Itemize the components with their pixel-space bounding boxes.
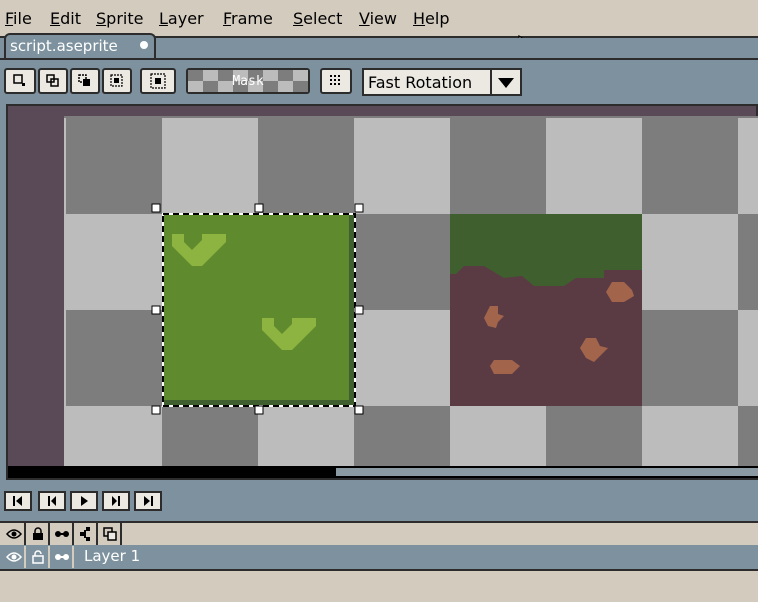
selection-intersect-button[interactable]: [102, 68, 132, 94]
next-frame-button[interactable]: [102, 491, 130, 511]
rotation-algorithm-value: Fast Rotation: [368, 73, 473, 92]
layer-name[interactable]: Layer 1: [84, 547, 140, 565]
pivot-button[interactable]: [140, 68, 176, 94]
editor-bottom-spacer: [0, 480, 758, 488]
last-frame-icon: [144, 496, 153, 506]
layer-visibility-toggle[interactable]: [4, 546, 26, 568]
header-visibility-toggle[interactable]: [4, 523, 26, 545]
menu-select[interactable]: Select: [293, 9, 342, 28]
tab-divider: [0, 58, 758, 60]
onion-skin-icon: [103, 527, 117, 541]
tab-label: script.aseprite: [10, 37, 118, 55]
unlock-icon: [32, 550, 44, 564]
timeline-header: [0, 521, 758, 545]
last-frame-button[interactable]: [134, 491, 162, 511]
play-icon: [81, 496, 88, 506]
continuous-icon: [55, 531, 69, 537]
next-frame-icon: [112, 496, 120, 506]
menu-view[interactable]: View: [359, 9, 397, 28]
first-frame-button[interactable]: [4, 491, 32, 511]
sprite-canvas[interactable]: [64, 116, 758, 466]
menu-help[interactable]: Help: [413, 9, 449, 28]
mask-label: Mask: [232, 74, 264, 89]
sprite-image[interactable]: [64, 116, 758, 466]
play-button[interactable]: [70, 491, 98, 511]
selection-replace-icon: [13, 74, 25, 86]
selection-intersect-icon: [110, 74, 123, 87]
previous-frame-button[interactable]: [38, 491, 66, 511]
modified-dot-icon[interactable]: [140, 41, 148, 49]
selection-add-button[interactable]: [38, 68, 68, 94]
header-lock-toggle[interactable]: [28, 523, 50, 545]
chevron-down-icon: [498, 78, 514, 88]
eye-icon: [6, 529, 22, 539]
horizontal-scrollbar-thumb[interactable]: [336, 468, 758, 476]
menu-frame[interactable]: Frame: [223, 9, 273, 28]
timeline-empty-area: [0, 569, 758, 602]
selection-replace-button[interactable]: [4, 68, 36, 94]
menu-edit[interactable]: Edit: [50, 9, 81, 28]
first-frame-icon: [13, 496, 22, 506]
selection-add-icon: [46, 74, 59, 87]
grid-dots-icon: [330, 75, 340, 85]
layer-continuous-toggle[interactable]: [52, 546, 74, 568]
transparent-color-button[interactable]: [320, 68, 352, 94]
eye-icon: [6, 552, 22, 562]
layer-lock-toggle[interactable]: [28, 546, 50, 568]
header-link-cels-toggle[interactable]: [76, 523, 98, 545]
continuous-icon: [55, 554, 69, 560]
header-onion-skin-toggle[interactable]: [100, 523, 122, 545]
selection-subtract-icon: [78, 74, 90, 86]
menu-sprite[interactable]: Sprite: [96, 9, 143, 28]
dropdown-arrow-button[interactable]: [490, 70, 520, 94]
link-cels-icon: [80, 527, 90, 541]
lock-icon: [33, 527, 43, 540]
header-continuous-toggle[interactable]: [52, 523, 74, 545]
pivot-icon: [150, 73, 166, 89]
rotation-algorithm-select[interactable]: Fast Rotation: [362, 68, 522, 96]
selection-subtract-button[interactable]: [70, 68, 100, 94]
previous-frame-icon: [48, 496, 56, 506]
menu-layer[interactable]: Layer: [159, 9, 204, 28]
mask-color-button[interactable]: Mask: [186, 68, 310, 94]
menu-file[interactable]: File: [5, 9, 32, 28]
